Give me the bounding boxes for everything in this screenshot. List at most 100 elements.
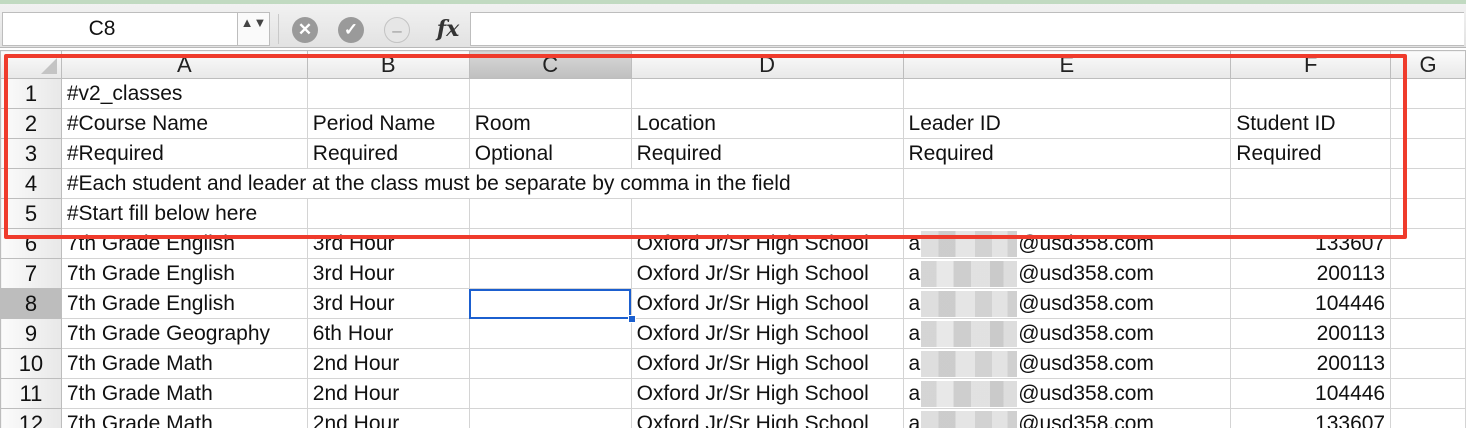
row-header[interactable]: 2 [0,108,62,139]
fill-handle[interactable] [627,315,636,323]
cell-room[interactable] [468,318,632,349]
cell-room[interactable] [468,378,632,409]
selected-cell[interactable] [468,288,636,323]
column-header-e[interactable]: E [902,50,1232,79]
cell-course-name[interactable]: 7th Grade Math [60,348,308,379]
fx-icon[interactable]: fx [430,14,466,44]
cell-leader-id[interactable] [902,198,1232,229]
cell-empty[interactable] [1390,318,1466,349]
cell-location[interactable]: Oxford Jr/Sr High School [630,378,904,409]
cell-period-name[interactable]: Period Name [306,108,470,139]
cell-empty[interactable] [1390,78,1466,109]
cell-course-name[interactable]: #Start fill below here [60,198,308,229]
cell-empty[interactable] [1390,138,1466,169]
cell-period-name[interactable]: 6th Hour [306,318,470,349]
cell-room[interactable] [468,258,632,289]
cell-course-name[interactable]: 7th Grade Math [60,378,308,409]
cell-course-name[interactable]: 7th Grade English [60,288,308,319]
cell-student-id[interactable]: 104446 [1230,288,1392,319]
cell-period-name[interactable]: 3rd Hour [306,288,470,319]
select-all-corner[interactable] [0,50,62,79]
cell-course-name[interactable]: #Required [60,138,308,169]
cell-room[interactable] [468,228,632,259]
cell-student-id[interactable]: Student ID [1230,108,1392,139]
cell-course-name[interactable]: #Each student and leader at the class mu… [60,168,904,199]
cell-empty[interactable] [1390,378,1466,409]
cell-leader-id[interactable]: a @usd358.com [902,348,1232,379]
cell-leader-id[interactable]: a @usd358.com [902,228,1232,259]
cell-course-name[interactable]: 7th Grade English [60,228,308,259]
cell-leader-id[interactable]: a @usd358.com [902,318,1232,349]
cell-location[interactable]: Oxford Jr/Sr High School [630,228,904,259]
cell-room[interactable] [468,348,632,379]
row-header[interactable]: 6 [0,228,62,259]
cell-student-id[interactable]: 133607 [1230,408,1392,428]
cell-leader-id[interactable]: a @usd358.com [902,288,1232,319]
column-header-d[interactable]: D [630,50,904,79]
cell-empty[interactable] [1390,108,1466,139]
cell-leader-id[interactable] [902,78,1232,109]
row-header[interactable]: 12 [0,408,62,428]
cell-room[interactable]: Room [468,108,632,139]
cell-location[interactable]: Oxford Jr/Sr High School [630,348,904,379]
name-box[interactable]: C8 [2,12,238,46]
cell-student-id[interactable] [1230,198,1392,229]
cell-period-name[interactable]: 2nd Hour [306,378,470,409]
cell-student-id[interactable]: 104446 [1230,378,1392,409]
cell-leader-id[interactable] [902,168,1232,199]
column-header-c[interactable]: C [468,50,632,79]
cell-period-name[interactable]: 3rd Hour [306,258,470,289]
cell-course-name[interactable]: #v2_classes [60,78,308,109]
row-header[interactable]: 4 [0,168,62,199]
checkmark-icon[interactable]: ✓ [338,17,364,43]
cell-student-id[interactable]: 200113 [1230,348,1392,379]
row-header[interactable]: 3 [0,138,62,169]
cell-empty[interactable] [1390,348,1466,379]
name-box-stepper[interactable]: ▲▼ [238,12,270,46]
cell-course-name[interactable]: 7th Grade English [60,258,308,289]
row-header[interactable]: 1 [0,78,62,109]
cell-student-id[interactable] [1230,78,1392,109]
cell-empty[interactable] [1390,258,1466,289]
cell-location[interactable]: Location [630,108,904,139]
column-header-f[interactable]: F [1230,50,1392,79]
cell-course-name[interactable]: #Course Name [60,108,308,139]
cell-leader-id[interactable]: a @usd358.com [902,378,1232,409]
cell-student-id[interactable]: 133607 [1230,228,1392,259]
cell-location[interactable]: Required [630,138,904,169]
cell-student-id[interactable] [1230,168,1392,199]
cell-period-name[interactable] [306,78,470,109]
cell-location[interactable] [630,198,904,229]
cell-course-name[interactable]: 7th Grade Math [60,408,308,428]
function-icon[interactable]: – [384,17,410,43]
cell-leader-id[interactable]: Leader ID [902,108,1232,139]
cell-period-name[interactable]: 2nd Hour [306,348,470,379]
formula-input[interactable] [470,12,1464,46]
cell-empty[interactable] [1390,408,1466,428]
row-header[interactable]: 10 [0,348,62,379]
cell-course-name[interactable]: 7th Grade Geography [60,318,308,349]
cell-empty[interactable] [1390,288,1466,319]
cell-empty[interactable] [1390,198,1466,229]
cell-period-name[interactable]: 2nd Hour [306,408,470,428]
cell-room[interactable] [468,78,632,109]
column-header-a[interactable]: A [60,50,308,79]
cancel-icon[interactable]: ✕ [292,17,318,43]
cell-period-name[interactable] [306,198,470,229]
cell-room[interactable] [468,408,632,428]
cell-leader-id[interactable]: a @usd358.com [902,258,1232,289]
column-header-b[interactable]: B [306,50,470,79]
row-header[interactable]: 7 [0,258,62,289]
row-header[interactable]: 8 [0,288,62,319]
cell-leader-id[interactable]: a @usd358.com [902,408,1232,428]
cell-room[interactable] [468,198,632,229]
cell-location[interactable]: Oxford Jr/Sr High School [630,318,904,349]
cell-location[interactable] [630,78,904,109]
cell-location[interactable]: Oxford Jr/Sr High School [630,258,904,289]
row-header[interactable]: 11 [0,378,62,409]
cell-student-id[interactable]: 200113 [1230,258,1392,289]
cell-student-id[interactable]: Required [1230,138,1392,169]
row-header[interactable]: 9 [0,318,62,349]
cell-student-id[interactable]: 200113 [1230,318,1392,349]
cell-room[interactable]: Optional [468,138,632,169]
